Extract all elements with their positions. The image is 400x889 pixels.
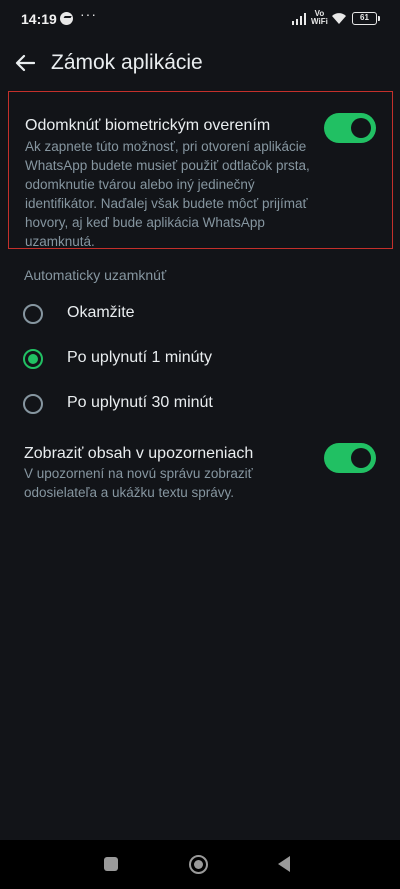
- radio-button[interactable]: [23, 304, 43, 324]
- app-bar: Zámok aplikácie: [0, 38, 400, 88]
- biometric-title: Odomknúť biometrickým overením: [25, 117, 271, 134]
- battery-icon: 61: [352, 12, 380, 25]
- back-button[interactable]: [10, 48, 40, 78]
- radio-label: Okamžite: [67, 304, 135, 321]
- signal-icon: [292, 13, 308, 25]
- messenger-icon: [60, 12, 73, 25]
- app-lock-screen: 14:19 ··· Vo WiFi 61 Zámok aplikácie Odo…: [0, 0, 400, 889]
- home-circle-icon[interactable]: [189, 855, 208, 874]
- auto-lock-option-30-minutes[interactable]: Po uplynutí 30 minút: [0, 382, 400, 426]
- biometric-description: Ak zapnete túto možnosť, pri otvorení ap…: [25, 139, 310, 249]
- auto-lock-option-1-minute[interactable]: Po uplynutí 1 minúty: [0, 337, 400, 381]
- recents-square-icon[interactable]: [104, 857, 118, 871]
- biometric-setting[interactable]: Odomknúť biometrickým overením Ak zapnet…: [8, 91, 393, 249]
- auto-lock-option-immediately[interactable]: Okamžite: [0, 292, 400, 336]
- notification-content-toggle[interactable]: [324, 443, 376, 473]
- back-triangle-icon[interactable]: [278, 856, 290, 872]
- arrow-left-icon: [15, 54, 35, 72]
- toggle-knob: [351, 118, 371, 138]
- radio-button[interactable]: [23, 394, 43, 414]
- vowifi-bottom-label: WiFi: [311, 17, 328, 26]
- more-notifications-icon: ···: [80, 6, 97, 22]
- system-nav-bar: [0, 840, 400, 889]
- biometric-toggle[interactable]: [324, 113, 376, 143]
- vowifi-icon: Vo WiFi: [311, 10, 328, 26]
- status-time: 14:19: [21, 11, 57, 27]
- status-bar: 14:19 ··· Vo WiFi 61: [0, 0, 400, 38]
- toggle-knob: [351, 448, 371, 468]
- radio-label: Po uplynutí 1 minúty: [67, 349, 212, 366]
- radio-label: Po uplynutí 30 minút: [67, 394, 213, 411]
- notification-content-title[interactable]: Zobraziť obsah v upozorneniach: [24, 445, 253, 463]
- radio-button-selected[interactable]: [23, 349, 43, 369]
- wifi-icon: [332, 13, 346, 24]
- auto-lock-header: Automaticky uzamknúť: [24, 267, 167, 283]
- page-title: Zámok aplikácie: [51, 51, 203, 74]
- notification-content-description: V upozornení na novú správu zobraziť odo…: [24, 466, 253, 500]
